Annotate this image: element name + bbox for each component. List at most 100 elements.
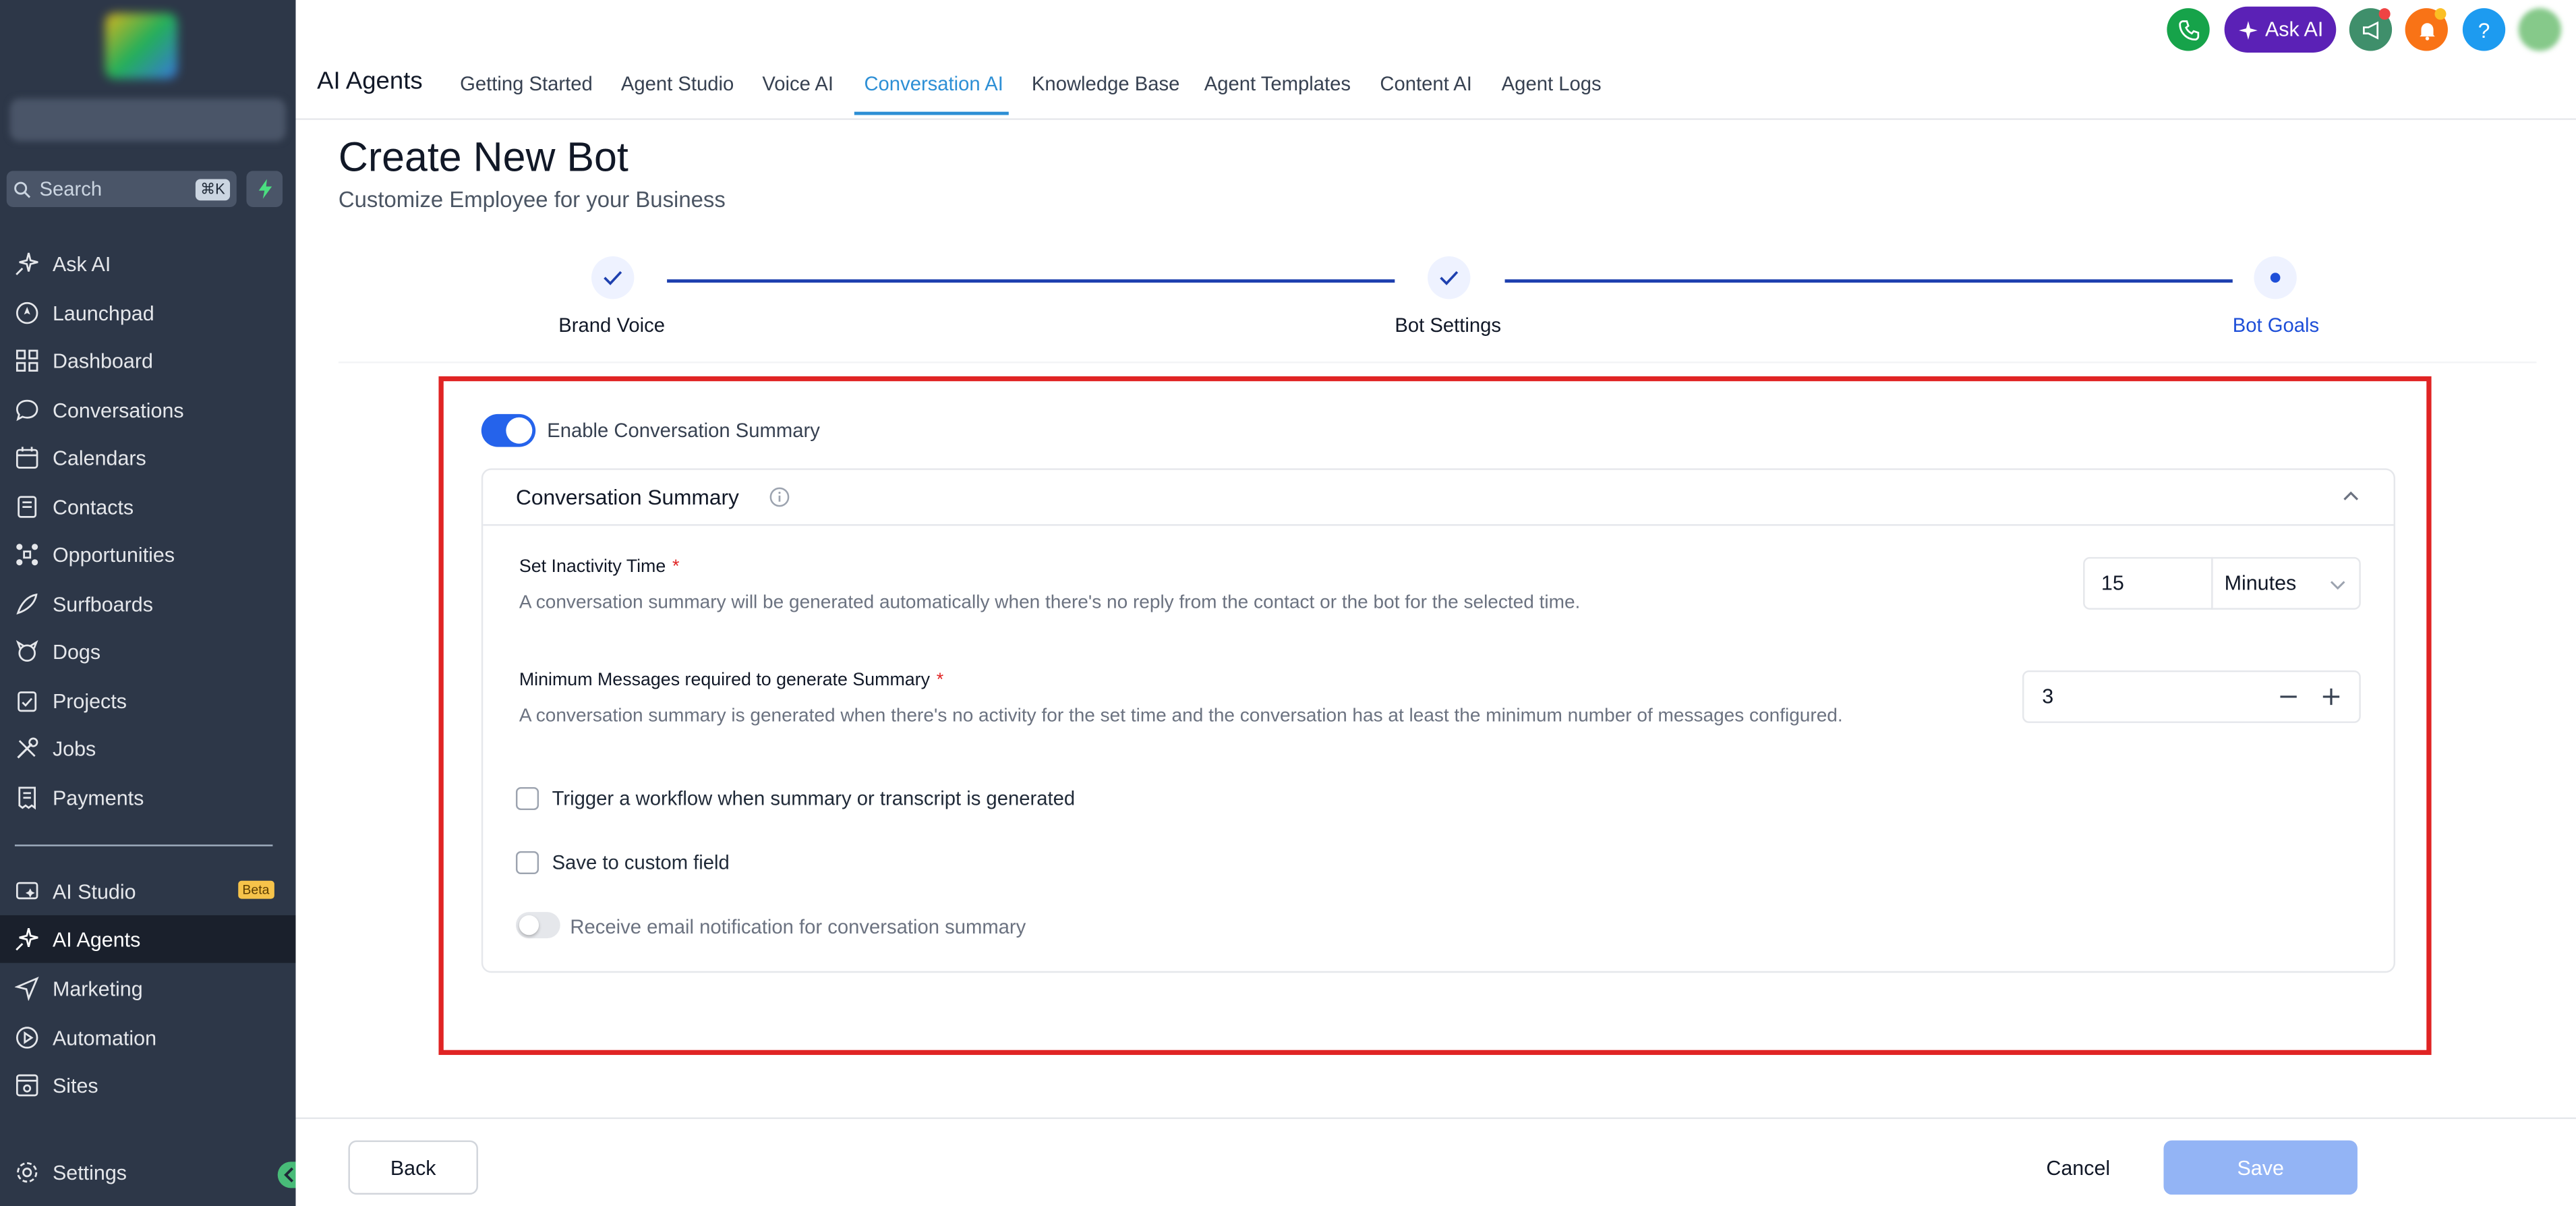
contacts-icon [18,496,37,518]
sparkle-icon [16,927,38,951]
tab-agent-logs[interactable]: Agent Logs [1502,72,1602,95]
sidebar-item-ai-agents[interactable]: AI Agents [0,915,296,963]
conversation-summary-card: Conversation Summary Set Inactivity Time… [481,468,2395,973]
card-title: Conversation Summary [515,484,739,510]
sidebar-item-label: Calendars [52,446,146,469]
card-header[interactable]: Conversation Summary [483,470,2394,526]
sidebar-search[interactable]: Search ⌘K [6,171,237,207]
save-custom-field-label: Save to custom field [552,851,730,875]
tab-knowledge-base[interactable]: Knowledge Base [1032,72,1179,95]
sites-icon [16,1074,38,1097]
inactivity-time-input[interactable]: 15 [2083,556,2213,610]
sidebar-item-sites[interactable]: Sites [0,1062,296,1110]
increment-button[interactable] [2320,685,2343,708]
account-switcher[interactable] [9,98,286,142]
sidebar-item-label: Settings [52,1161,127,1184]
tab-content-ai[interactable]: Content AI [1380,72,1472,95]
page-title: Create New Bot [338,134,628,181]
sidebar-item-contacts[interactable]: Contacts [0,483,296,531]
chevron-down-icon [2330,581,2345,590]
sidebar-item-ask-ai[interactable]: Ask AI [0,240,296,288]
search-placeholder: Search [39,177,103,201]
gear-icon [17,1162,38,1183]
main-content: Create New Bot Customize Employee for yo… [295,119,2576,1206]
sidebar-item-label: Payments [52,786,144,809]
sidebar-item-label: Surfboards [52,592,153,616]
tab-agent-studio[interactable]: Agent Studio [621,72,734,95]
tab-getting-started[interactable]: Getting Started [460,72,593,95]
min-messages-description: A conversation summary is generated when… [519,706,1843,726]
step-bot-settings-marker[interactable] [1428,256,1471,299]
required-mark: * [936,670,944,691]
email-notification-toggle[interactable] [515,912,560,939]
chevron-up-icon[interactable] [2341,486,2361,506]
company-logo [105,13,178,79]
tab-conversation-ai[interactable]: Conversation AI [864,72,1003,95]
page-subtitle: Customize Employee for your Business [338,187,726,212]
check-icon [1440,270,1459,285]
sidebar-item-surfboards[interactable]: Surfboards [0,580,296,628]
sidebar-item-launchpad[interactable]: Launchpad [0,289,296,337]
min-messages-stepper[interactable]: 3 [2022,670,2361,723]
step-label-bot-goals[interactable]: Bot Goals [2233,314,2319,337]
footer-divider [295,1117,2576,1120]
save-custom-field-checkbox[interactable] [515,851,539,875]
avatar[interactable] [2518,8,2562,51]
send-icon [14,976,39,1001]
step-label-bot-settings[interactable]: Bot Settings [1395,314,1501,337]
back-button[interactable]: Back [348,1140,478,1195]
stepper-connector [1504,279,2233,283]
sidebar-item-payments[interactable]: Payments [0,774,296,822]
sidebar-item-ai-studio[interactable]: AI Studio Beta [0,867,296,915]
step-label-brand-voice[interactable]: Brand Voice [558,314,665,337]
dog-icon [16,639,38,662]
step-bot-goals-marker[interactable] [2254,256,2297,299]
toggle-knob [506,417,533,444]
calendar-icon [16,447,38,469]
phone-button[interactable] [2167,8,2210,51]
info-icon[interactable] [769,486,790,508]
save-button[interactable]: Save [2163,1140,2358,1195]
rocket-icon [16,302,38,324]
step-brand-voice-marker[interactable] [591,256,635,299]
tab-agent-templates[interactable]: Agent Templates [1204,72,1351,95]
trigger-workflow-checkbox[interactable] [515,786,539,811]
stepper-connector [667,279,1395,283]
cancel-button[interactable]: Cancel [2029,1141,2128,1195]
search-icon [14,181,31,198]
sparkle-icon [2238,20,2258,39]
automation-icon [16,1027,38,1049]
inactivity-unit-select[interactable]: Minutes [2211,556,2361,610]
sidebar-item-label: Marketing [52,977,143,1000]
grid-icon [16,349,38,372]
sidebar-item-projects[interactable]: Projects [0,677,296,725]
minus-icon [2280,695,2297,698]
sidebar-item-conversations[interactable]: Conversations [0,386,296,434]
tools-icon [17,737,38,759]
sidebar-item-label: Dogs [52,639,101,664]
tab-voice-ai[interactable]: Voice AI [762,72,833,95]
decrement-button[interactable] [2277,685,2300,708]
sidebar-item-opportunities[interactable]: Opportunities [0,531,296,579]
divider [338,361,2537,364]
sidebar-item-jobs[interactable]: Jobs [0,724,296,772]
min-messages-value: 3 [2042,685,2054,709]
email-notification-label: Receive email notification for conversat… [570,915,1026,939]
quick-action-button[interactable] [246,171,283,207]
sidebar-item-automation[interactable]: Automation [0,1014,296,1062]
ask-ai-button[interactable]: Ask AI [2224,6,2337,53]
sidebar-item-label: Conversations [52,398,184,422]
help-button[interactable]: ? [2462,8,2506,51]
sidebar-item-calendars[interactable]: Calendars [0,434,296,482]
sidebar-item-label: Projects [52,689,127,713]
sidebar-item-dashboard[interactable]: Dashboard [0,337,296,384]
sidebar-item-dogs[interactable]: Dogs [0,628,296,676]
beta-badge: Beta [237,880,274,899]
sidebar-item-settings[interactable]: Settings [0,1149,296,1197]
sidebar-item-marketing[interactable]: Marketing [0,965,296,1012]
opportunities-icon [16,544,38,566]
active-tab-indicator [854,111,1009,115]
unit-value: Minutes [2224,571,2297,595]
enable-summary-toggle[interactable] [481,413,536,447]
inactivity-label: Set Inactivity Time * [519,556,680,577]
